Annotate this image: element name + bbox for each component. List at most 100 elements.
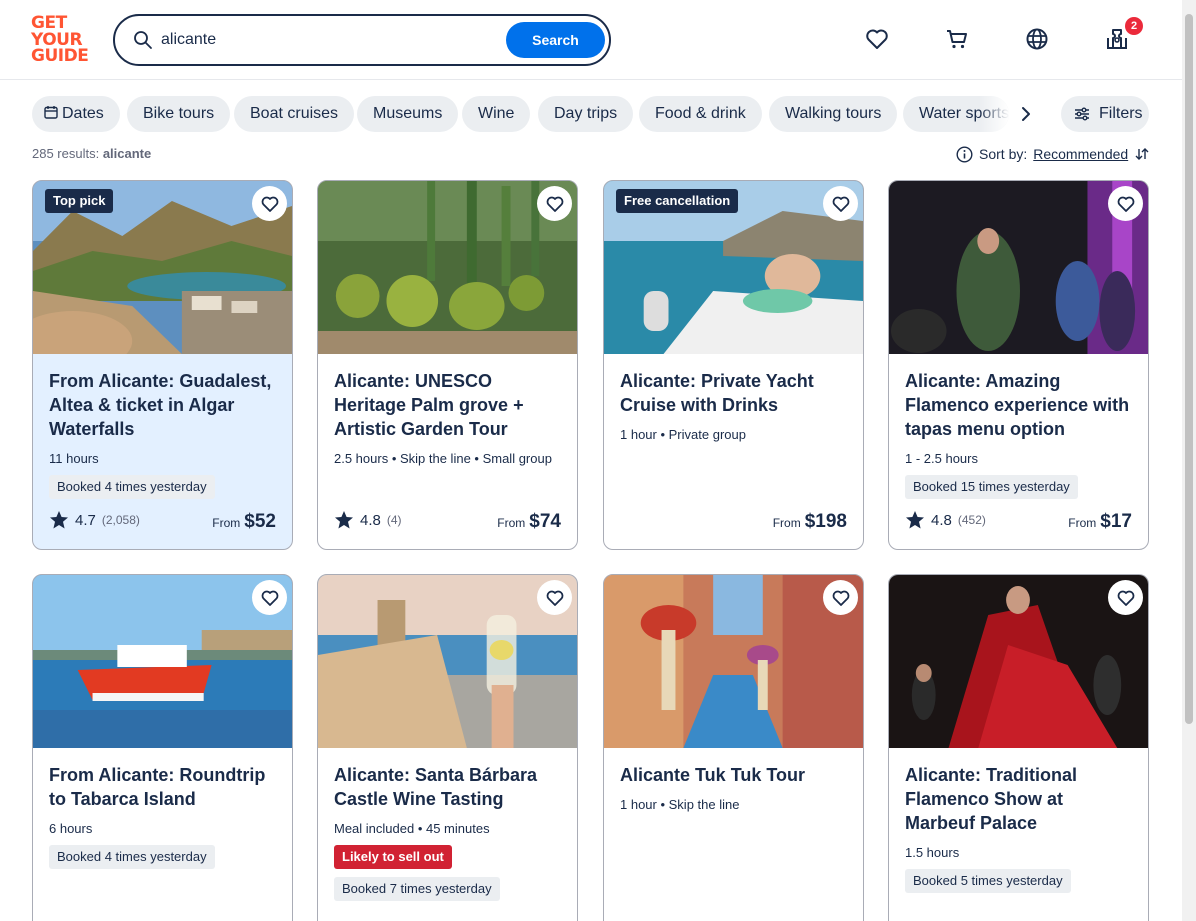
activity-card[interactable]: Alicante: Traditional Flamenco Show at M… [888,574,1149,921]
activity-title[interactable]: Alicante: UNESCO Heritage Palm grove + A… [334,369,566,441]
activity-card[interactable]: Alicante: Amazing Flamenco experience wi… [888,180,1149,550]
heart-icon [1117,196,1134,212]
top-pick-badge: Top pick [45,189,114,213]
activity-card[interactable]: Free cancellation Alicante: Private Yach… [603,180,864,550]
header: GET YOUR GUIDE Search 2 [0,0,1182,80]
add-to-wishlist-button[interactable] [252,580,287,615]
activity-title[interactable]: Alicante: Amazing Flamenco experience wi… [905,369,1137,441]
rating-value: 4.8 [931,511,952,529]
price-value: $52 [244,511,276,532]
add-to-wishlist-button[interactable] [823,580,858,615]
add-to-wishlist-button[interactable] [1108,580,1143,615]
likely-to-sell-out-badge: Likely to sell out [334,845,452,869]
results-count-text: 285 results: [32,146,100,161]
chip-boat-cruises[interactable]: Boat cruises [234,96,355,132]
sort-label: Sort by: [979,146,1028,162]
price: From $74 [497,511,561,533]
booked-badge: Booked 15 times yesterday [905,475,1078,499]
activity-card[interactable]: Alicante Tuk Tuk Tour 1 hour • Skip the … [603,574,864,921]
activity-title[interactable]: From Alicante: Guadalest, Altea & ticket… [49,369,281,441]
logo-line-1: GET [31,13,67,33]
heart-icon [546,196,563,212]
heart-icon [261,590,278,606]
chip-water-sports[interactable]: Water sports [903,96,1009,132]
activity-meta: Meal included • 45 minutes [334,821,490,836]
heart-icon [261,196,278,212]
booked-badge: Booked 4 times yesterday [49,845,215,869]
price-from-label: From [212,516,241,530]
price-value: $198 [804,511,847,532]
star-icon [50,511,68,529]
review-count: (452) [957,513,986,527]
activity-card[interactable]: Top pick From Alicante: Guadalest, Altea… [32,180,293,550]
filters-button[interactable]: Filters [1061,96,1149,132]
activity-title[interactable]: From Alicante: Roundtrip to Tabarca Isla… [49,763,281,811]
cart-count-badge: 2 [1125,17,1143,35]
chip-label: Dates [62,105,104,122]
add-to-wishlist-button[interactable] [252,186,287,221]
heart-icon [832,590,849,606]
review-count: (2,058) [101,513,140,527]
price-value: $74 [529,511,561,532]
activity-meta: 1 - 2.5 hours [905,451,978,466]
activity-meta: 1 hour • Private group [620,427,746,442]
activity-title[interactable]: Alicante Tuk Tuk Tour [620,763,852,787]
search-button[interactable]: Search [506,22,605,58]
price-value: $17 [1100,511,1132,532]
booked-badge: Booked 5 times yesterday [905,869,1071,893]
activity-meta: 6 hours [49,821,93,836]
cart-icon[interactable] [944,26,970,52]
heart-icon [1117,590,1134,606]
chip-wine[interactable]: Wine [462,96,531,132]
review-count: (4) [386,513,402,527]
chip-day-trips[interactable]: Day trips [538,96,634,132]
activity-card[interactable]: Alicante: UNESCO Heritage Palm grove + A… [317,180,578,550]
chip-walking-tours[interactable]: Walking tours [769,96,898,132]
activity-title[interactable]: Alicante: Private Yacht Cruise with Drin… [620,369,852,417]
star-icon [335,511,353,529]
globe-language-icon[interactable] [1024,26,1050,52]
add-to-wishlist-button[interactable] [823,186,858,221]
chip-bike-tours[interactable]: Bike tours [127,96,231,132]
search-icon [134,31,152,49]
chevron-right-icon[interactable] [1016,104,1036,124]
results-count: 285 results: alicante [32,146,151,161]
sort-value[interactable]: Recommended [1033,146,1128,162]
add-to-wishlist-button[interactable] [537,580,572,615]
wishlist-heart-icon[interactable] [864,26,890,52]
activity-title[interactable]: Alicante: Santa Bárbara Castle Wine Tast… [334,763,566,811]
sort-control[interactable]: Sort by: Recommended [956,144,1150,164]
chip-food-drink[interactable]: Food & drink [639,96,762,132]
getyourguide-logo[interactable]: GET YOUR GUIDE [31,13,89,66]
info-icon[interactable] [956,145,973,163]
price: From $52 [212,511,276,533]
free-cancellation-badge: Free cancellation [616,189,739,213]
search-input[interactable] [161,26,501,54]
sliders-icon [1075,107,1089,121]
activity-card[interactable]: From Alicante: Roundtrip to Tabarca Isla… [32,574,293,921]
rating: 4.8 (4) [334,510,402,530]
activity-meta: 11 hours [49,451,99,466]
rating: 4.7 (2,058) [49,510,140,530]
booked-badge: Booked 4 times yesterday [49,475,215,499]
chip-museums[interactable]: Museums [357,96,459,132]
chip-dates[interactable]: Dates [32,96,120,132]
sort-arrows-icon[interactable] [1134,146,1150,162]
heart-icon [832,196,849,212]
booked-badge: Booked 7 times yesterday [334,877,500,901]
logo-line-3: GUIDE [31,46,89,66]
search-bar: Search [113,14,611,66]
activity-meta: 1 hour • Skip the line [620,797,740,812]
activity-meta: 1.5 hours [905,845,960,860]
price: From $17 [1068,511,1132,533]
activity-meta: 2.5 hours • Skip the line • Small group [334,451,552,466]
heart-icon [546,590,563,606]
add-to-wishlist-button[interactable] [537,186,572,221]
add-to-wishlist-button[interactable] [1108,186,1143,221]
price: From $198 [773,511,847,533]
results-query: alicante [102,146,152,161]
activity-title[interactable]: Alicante: Traditional Flamenco Show at M… [905,763,1137,835]
scrollbar-thumb[interactable] [1185,14,1193,724]
activity-card[interactable]: Alicante: Santa Bárbara Castle Wine Tast… [317,574,578,921]
rating-value: 4.8 [360,511,381,529]
